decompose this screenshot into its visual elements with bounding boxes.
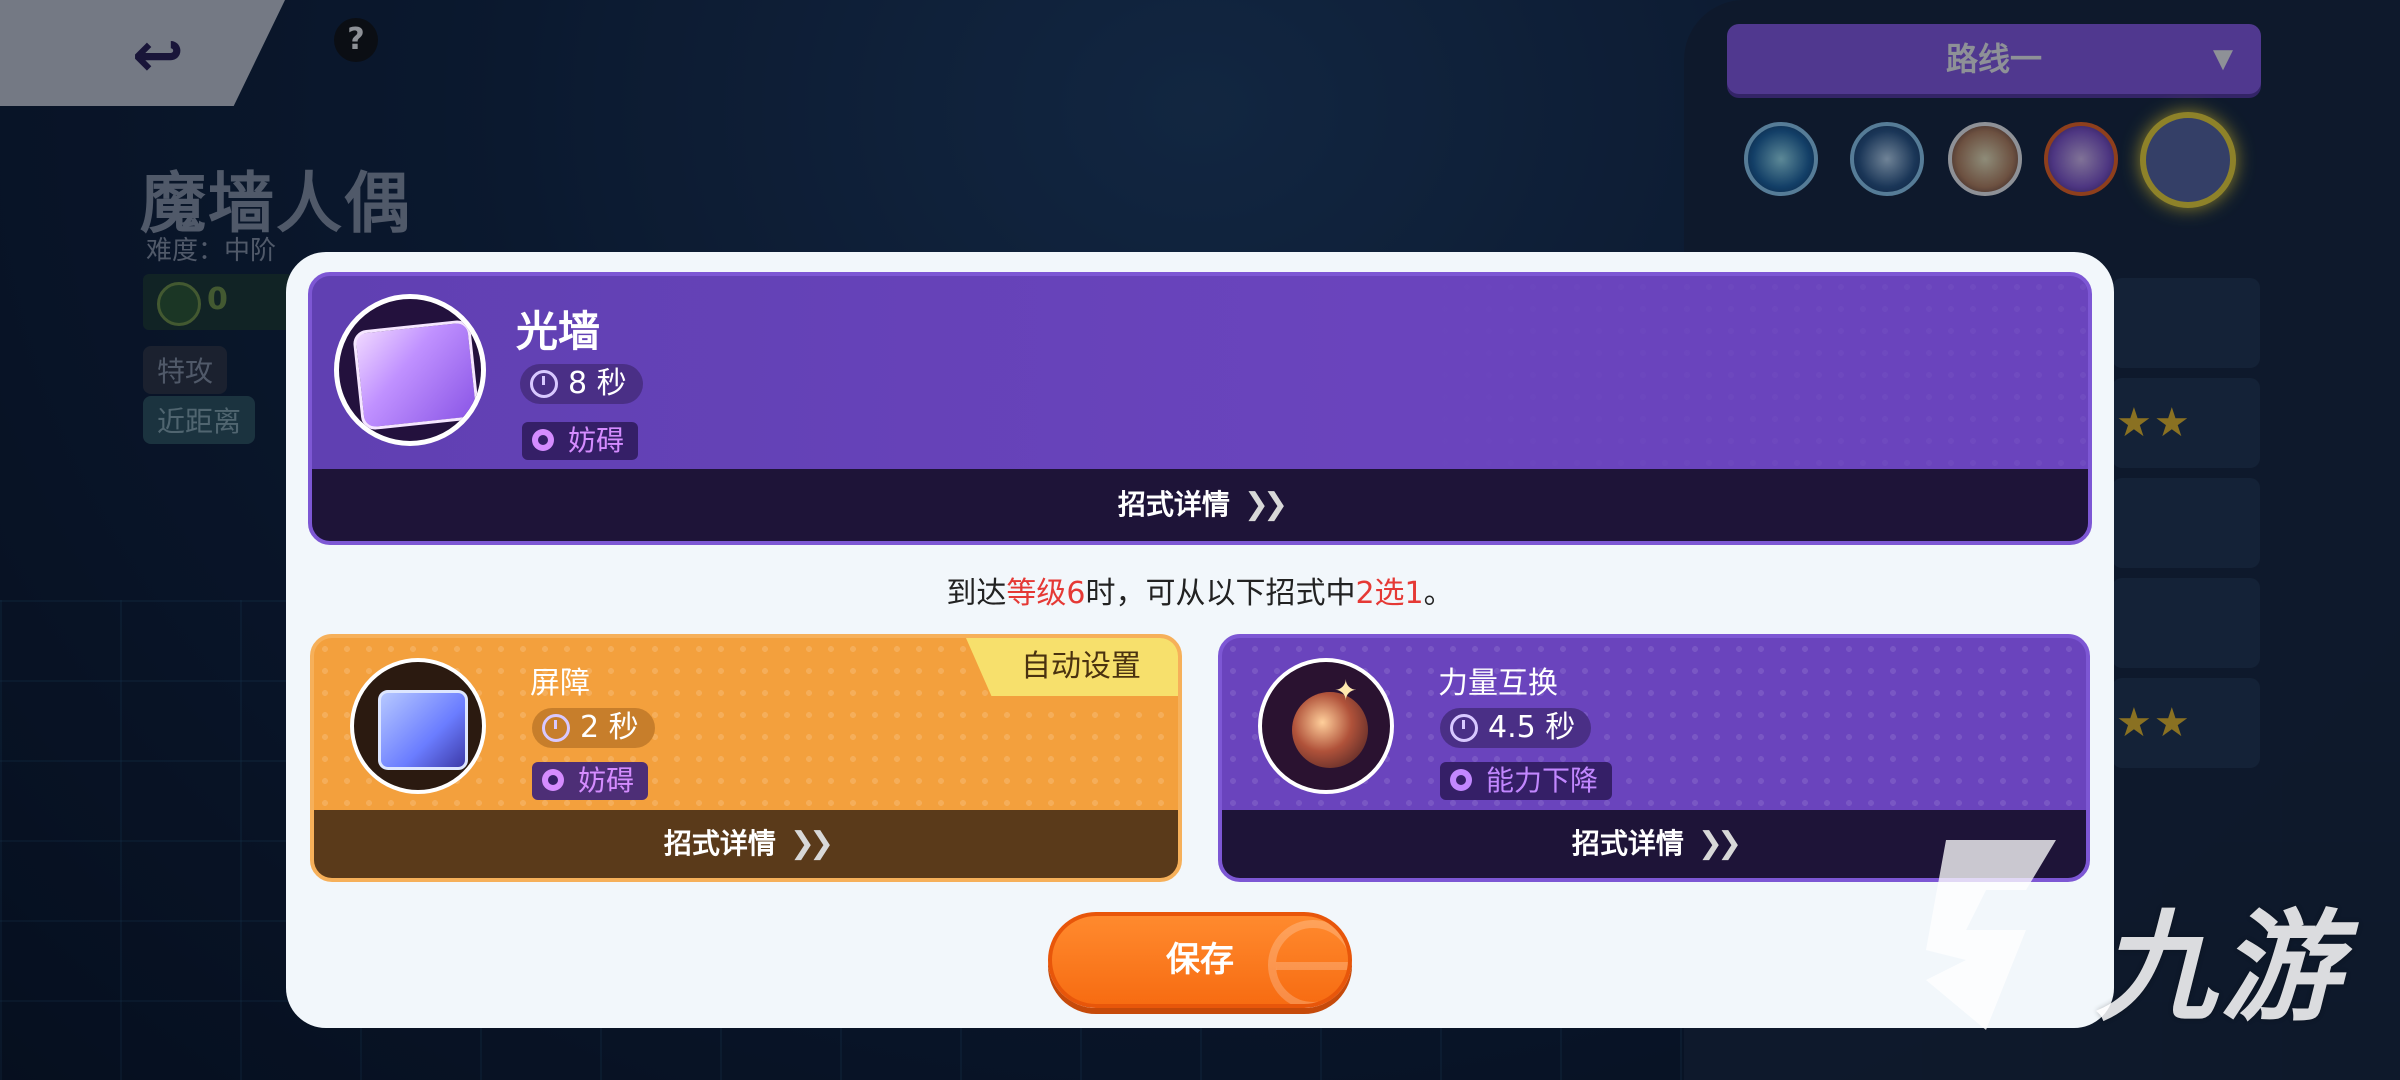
watermark-text: 九游 — [2096, 899, 2344, 1038]
move-type: 妨碍 — [578, 764, 635, 797]
pokeball-icon — [1268, 920, 1348, 1004]
instruction-choice: 2选1 — [1355, 576, 1424, 611]
move-details-button[interactable]: 招式详情 ❯❯ — [312, 469, 2088, 541]
cooldown-chip: 4.5 秒 — [1440, 708, 1592, 748]
move-type: 妨碍 — [568, 424, 625, 457]
move-type-chip: 能力下降 — [1440, 762, 1613, 800]
save-button[interactable]: 保存 — [1048, 912, 1352, 1008]
cooldown-value: 8 秒 — [568, 366, 627, 401]
watermark: 九游 — [1906, 830, 2366, 1050]
double-chevron-right-icon: ❯❯ — [1243, 487, 1288, 522]
move-type: 能力下降 — [1486, 764, 1599, 797]
barrier-shape — [378, 690, 468, 770]
option-card-barrier[interactable]: 屏障 2 秒 妨碍 自动设置 招式详情 ❯❯ — [310, 634, 1182, 882]
cooldown-value: 4.5 秒 — [1488, 710, 1576, 745]
barrier-icon — [350, 658, 486, 794]
obstruct-icon — [532, 429, 554, 451]
cooldown-chip: 2 秒 — [532, 708, 655, 748]
option-name: 屏障 — [530, 666, 590, 701]
auto-set-badge: 自动设置 — [966, 638, 1178, 696]
move-details-button[interactable]: 招式详情 ❯❯ — [314, 810, 1178, 878]
sparkle-icon: ✦ — [1334, 674, 1358, 707]
move-type-chip: 妨碍 — [532, 762, 649, 800]
instruction-level: 等级6 — [1006, 576, 1086, 611]
double-chevron-right-icon: ❯❯ — [789, 826, 834, 861]
cooldown-chip: 8 秒 — [520, 364, 643, 404]
light-screen-icon — [334, 294, 486, 446]
cooldown-value: 2 秒 — [580, 710, 639, 745]
double-chevron-right-icon: ❯❯ — [1697, 826, 1742, 861]
move-details-label: 招式详情 — [1117, 488, 1230, 521]
move-details-label: 招式详情 — [1571, 827, 1684, 860]
save-label: 保存 — [1166, 940, 1234, 980]
gem-shape — [352, 319, 480, 431]
instruction-suffix: 。 — [1423, 576, 1454, 611]
move-type-chip: 妨碍 — [522, 422, 639, 460]
option-name: 力量互换 — [1438, 666, 1558, 701]
level-instruction: 到达等级6时，可从以下招式中2选1。 — [286, 568, 2114, 612]
move-details-label: 招式详情 — [663, 827, 776, 860]
clock-icon — [542, 714, 570, 742]
watermark-logo-icon — [1926, 840, 2056, 1030]
obstruct-icon — [542, 769, 564, 791]
instruction-middle: 时，可从以下招式中 — [1085, 576, 1356, 611]
instruction-prefix: 到达 — [946, 576, 1007, 611]
current-move-name: 光墙 — [516, 307, 601, 356]
clock-icon — [1450, 714, 1478, 742]
current-move-card: 光墙 8 秒 妨碍 招式详情 ❯❯ — [308, 272, 2092, 545]
clock-icon — [530, 370, 558, 398]
debuff-icon — [1450, 769, 1472, 791]
power-swap-icon: ✦ — [1258, 658, 1394, 794]
